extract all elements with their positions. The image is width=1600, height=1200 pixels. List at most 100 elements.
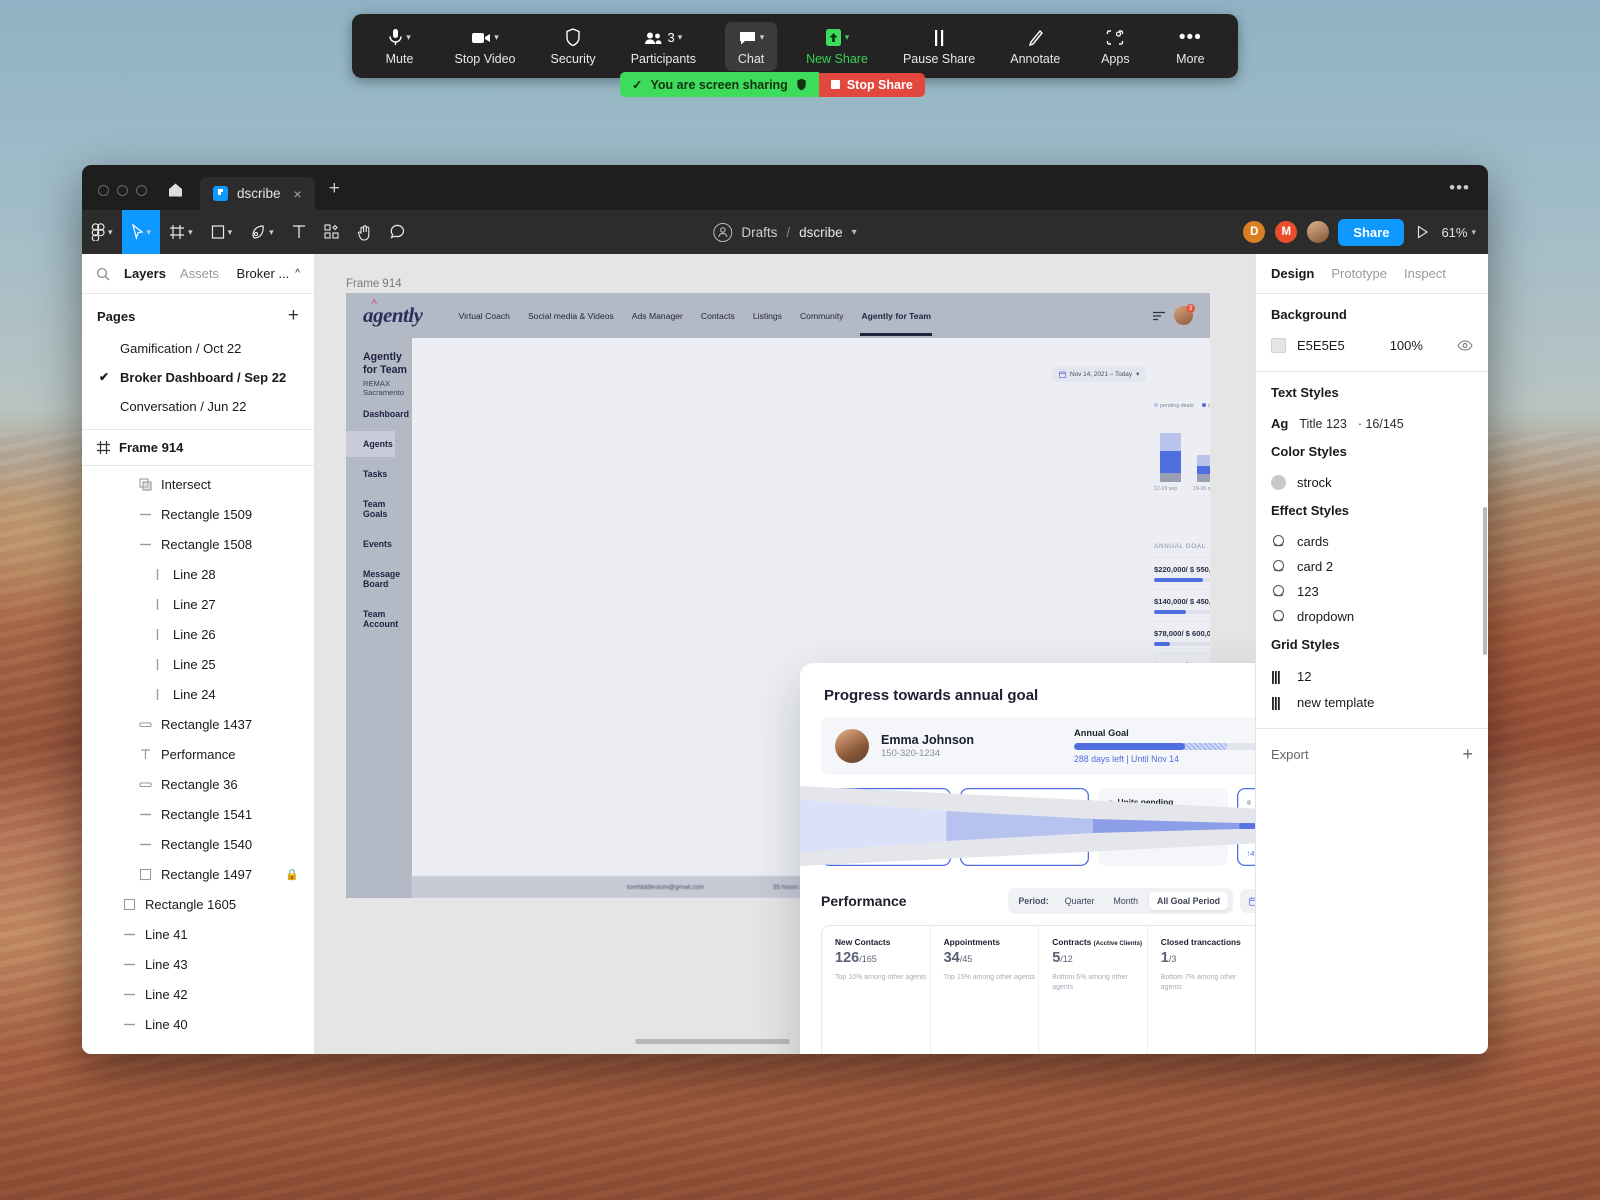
tab-inspect[interactable]: Inspect	[1404, 266, 1446, 281]
app-sidebar-item-tasks[interactable]: Tasks	[363, 461, 412, 487]
minimize-window-button[interactable]	[117, 185, 128, 196]
canvas-horizontal-scrollbar[interactable]	[635, 1039, 790, 1044]
tab-design[interactable]: Design	[1271, 266, 1314, 281]
layer-frame-root[interactable]: Frame 914	[82, 430, 314, 466]
chevron-down-icon[interactable]: ▾	[108, 227, 113, 238]
zoom-level-control[interactable]: 61% ▾	[1441, 225, 1476, 240]
app-nav-item-ads-manager[interactable]: Ads Manager	[623, 311, 692, 321]
chevron-down-icon[interactable]: ▾	[269, 227, 274, 238]
export-section[interactable]: Export +	[1256, 729, 1488, 780]
background-opacity-value[interactable]: 100%	[1390, 338, 1423, 353]
stop-share-button[interactable]: Stop Share	[818, 72, 925, 97]
breadcrumb-parent[interactable]: Drafts	[741, 225, 777, 240]
app-sidebar-item-message-board[interactable]: Message Board	[363, 561, 412, 597]
zoom-stop-video-button[interactable]: ▾ Stop Video	[449, 22, 522, 71]
chevron-down-icon[interactable]: ▾	[760, 32, 765, 43]
app-nav-item-agently-for-team[interactable]: Agently for Team	[852, 311, 940, 336]
period-option-all-goal-period[interactable]: All Goal Period	[1148, 892, 1229, 910]
avatar[interactable]: M	[1274, 220, 1299, 244]
components-tool-button[interactable]	[315, 210, 348, 254]
zoom-security-button[interactable]: Security	[545, 22, 602, 71]
frame-tool-button[interactable]: ▾	[160, 210, 202, 254]
avatar[interactable]: D	[1242, 220, 1267, 244]
effect-style-row[interactable]: dropdown	[1271, 604, 1473, 629]
chevron-down-icon[interactable]: ▾	[188, 227, 193, 238]
maximize-window-button[interactable]	[136, 185, 147, 196]
effect-style-row[interactable]: cards	[1271, 529, 1473, 554]
grid-style-row[interactable]: ||| new template	[1271, 689, 1473, 715]
chevron-down-icon[interactable]: ▾	[852, 227, 857, 238]
zoom-apps-button[interactable]: Apps	[1089, 22, 1141, 71]
canvas-frame-label[interactable]: Frame 914	[346, 278, 402, 290]
app-nav-item-community[interactable]: Community	[791, 311, 852, 321]
present-play-icon[interactable]	[1412, 225, 1433, 239]
color-swatch[interactable]	[1271, 338, 1286, 353]
breadcrumb-file-name[interactable]: dscribe	[799, 225, 843, 240]
figma-menu-button[interactable]: ▾	[82, 210, 122, 254]
app-date-pill[interactable]: Nov 14, 2021 – Today ▾	[1052, 366, 1147, 382]
app-sidebar-item-agents[interactable]: Agents	[346, 431, 395, 458]
zoom-new-share-button[interactable]: ▾ New Share	[800, 22, 874, 71]
period-option-month[interactable]: Month	[1106, 892, 1146, 910]
layer-item[interactable]: Rectangle 1497 🔒	[82, 859, 314, 889]
visibility-eye-icon[interactable]	[1457, 340, 1473, 351]
zoom-annotate-button[interactable]: Annotate	[1004, 22, 1066, 71]
effect-style-row[interactable]: 123	[1271, 579, 1473, 604]
app-sidebar-item-team-goals[interactable]: Team Goals	[363, 491, 412, 527]
app-sidebar-item-events[interactable]: Events	[363, 531, 412, 557]
layer-item[interactable]: Line 43	[82, 949, 314, 979]
zoom-more-button[interactable]: ••• More	[1164, 22, 1216, 71]
chevron-down-icon[interactable]: ▾	[406, 32, 411, 43]
layer-item[interactable]: Line 27	[82, 589, 314, 619]
zoom-chat-button[interactable]: ▾ Chat	[725, 21, 778, 71]
layer-item[interactable]: Rectangle 36	[82, 769, 314, 799]
effect-style-row[interactable]: card 2	[1271, 554, 1473, 579]
window-traffic-lights[interactable]	[82, 185, 161, 210]
avatar[interactable]	[1306, 220, 1331, 244]
zoom-participants-button[interactable]: 3 ▾ Participants	[625, 22, 702, 71]
figma-canvas[interactable]: Frame 914 ^ agently Virtual Coach Social…	[315, 254, 1255, 1054]
move-tool-button[interactable]: ▾	[121, 210, 161, 254]
layer-item[interactable]: Rectangle 1509	[82, 499, 314, 529]
library-selector[interactable]: Broker ... ^	[237, 266, 300, 281]
layer-item[interactable]: Rectangle 1540	[82, 829, 314, 859]
filter-icon[interactable]	[1153, 311, 1165, 321]
background-hex-value[interactable]: E5E5E5	[1297, 338, 1345, 353]
zoom-mute-button[interactable]: ▾ Mute	[374, 22, 426, 71]
app-nav-item-listings[interactable]: Listings	[744, 311, 791, 321]
layer-item[interactable]: Line 40	[82, 1009, 314, 1039]
zoom-pause-share-button[interactable]: Pause Share	[897, 22, 981, 71]
page-item[interactable]: Conversation / Jun 22	[82, 392, 314, 421]
layer-item[interactable]: Line 25	[82, 649, 314, 679]
text-style-row[interactable]: Ag Title 123 · 16/145	[1271, 411, 1473, 436]
layer-item[interactable]: Rectangle 1508	[82, 529, 314, 559]
layer-item[interactable]: Line 41	[82, 919, 314, 949]
app-nav-item-contacts[interactable]: Contacts	[692, 311, 744, 321]
comment-tool-button[interactable]	[381, 210, 414, 254]
chevron-down-icon[interactable]: ▾	[678, 32, 683, 43]
grid-style-row[interactable]: ||| 12	[1271, 663, 1473, 689]
chevron-down-icon[interactable]: ▾	[494, 32, 499, 43]
tab-prototype[interactable]: Prototype	[1331, 266, 1387, 281]
pen-tool-button[interactable]: ▾	[241, 210, 283, 254]
layer-item[interactable]: Rectangle 1605	[82, 889, 314, 919]
date-range-picker[interactable]: Nov 14, 2021 – Today ▾	[1240, 889, 1255, 913]
color-style-row[interactable]: strock	[1271, 470, 1473, 495]
rectangle-tool-button[interactable]: ▾	[202, 210, 242, 254]
browser-tab[interactable]: dscribe ×	[200, 177, 315, 210]
hand-tool-button[interactable]	[348, 210, 381, 254]
lock-icon[interactable]: 🔒	[285, 868, 299, 881]
layer-item[interactable]: Intersect	[82, 469, 314, 499]
layer-item[interactable]: Rectangle 1541	[82, 799, 314, 829]
app-nav-item-virtual-coach[interactable]: Virtual Coach	[450, 311, 519, 321]
share-button[interactable]: Share	[1338, 218, 1405, 246]
layer-item[interactable]: Line 28	[82, 559, 314, 589]
app-nav-item-social-media[interactable]: Social media & Videos	[519, 311, 623, 321]
tab-layers[interactable]: Layers	[124, 266, 166, 281]
page-item-current[interactable]: ✔ Broker Dashboard / Sep 22	[82, 363, 314, 392]
close-window-button[interactable]	[98, 185, 109, 196]
app-sidebar-item-team-account[interactable]: Team Account	[363, 601, 412, 637]
chevron-down-icon[interactable]: ▾	[228, 227, 233, 238]
layer-item[interactable]: Line 42	[82, 979, 314, 1009]
chevron-down-icon[interactable]: ▾	[147, 227, 152, 238]
